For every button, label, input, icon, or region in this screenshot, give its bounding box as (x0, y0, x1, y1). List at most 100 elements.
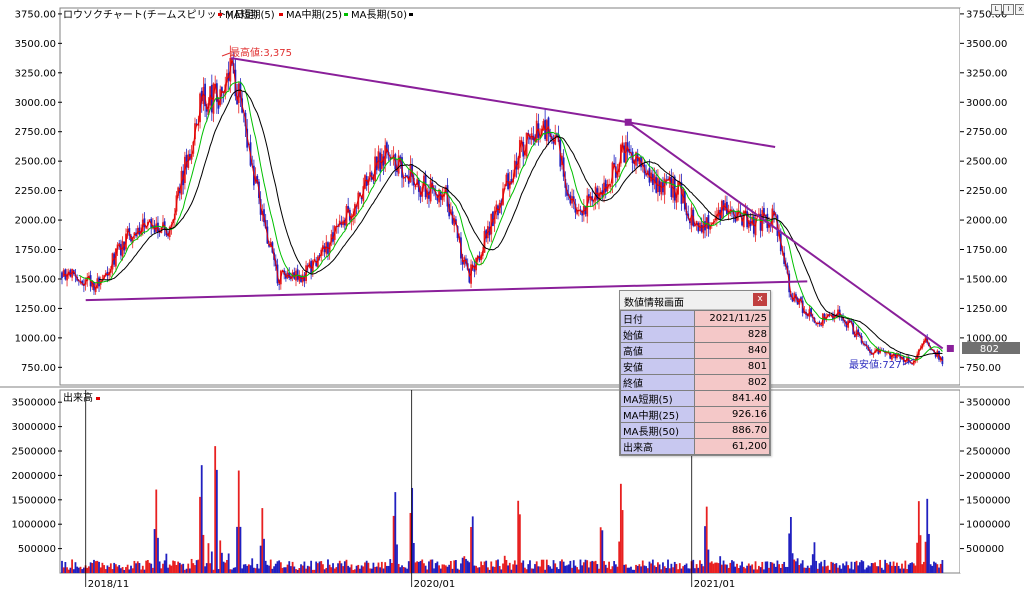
price-tick-label-left: 1500.00 (15, 274, 56, 285)
volume-bar (350, 564, 353, 573)
values-row-value: 886.70 (694, 422, 770, 439)
price-tick-label-left: 3250.00 (15, 68, 56, 79)
volume-bar (71, 559, 74, 573)
volume-bar (406, 568, 408, 573)
volume-bar (761, 561, 764, 573)
volume-bar (837, 567, 839, 573)
volume-bar (109, 563, 112, 573)
volume-bar (857, 565, 860, 573)
volume-bar (678, 563, 681, 573)
volume-tick-label-right: 2500000 (966, 447, 1011, 458)
volume-bar (192, 563, 195, 573)
volume-bar (885, 563, 888, 573)
volume-bar (333, 568, 336, 573)
values-popup[interactable]: 数値情報画面 x 日付 2021/11/25 始値 828 高値 840 安値 801 終値 80… (619, 290, 771, 456)
volume-bar (525, 569, 528, 573)
volume-bar (832, 562, 834, 573)
values-popup-close-button[interactable]: x (753, 293, 767, 306)
legend-end-swatch (409, 13, 413, 16)
volume-bar (540, 559, 543, 573)
volume-bar (160, 568, 163, 573)
values-row-value: 801 (694, 358, 770, 375)
volume-bar (562, 561, 565, 573)
volume-bar (850, 561, 853, 573)
volume-bar (247, 564, 250, 573)
volume-bar (385, 565, 388, 573)
volume-bar (636, 565, 639, 573)
volume-bar (800, 563, 802, 573)
volume-bar (379, 567, 382, 573)
volume-bar (537, 566, 540, 573)
volume-bar (493, 566, 496, 573)
volume-bar (421, 559, 424, 573)
volume-bar (210, 551, 213, 573)
volume-bar (520, 562, 523, 573)
volume-bar (934, 562, 937, 573)
volume-bar (118, 565, 121, 573)
volume-bar (157, 537, 159, 573)
candle-body (820, 325, 823, 327)
volume-bar (821, 566, 824, 573)
volume-bar (508, 562, 511, 573)
volume-bar (727, 567, 730, 573)
volume-bar (567, 564, 570, 573)
values-popup-titlebar[interactable]: 数値情報画面 x (620, 291, 770, 310)
window-button-i[interactable]: I (1003, 4, 1014, 15)
volume-bar (616, 566, 619, 573)
volume-bar (486, 567, 489, 573)
window-button-close[interactable]: x (1015, 4, 1024, 15)
volume-bar (328, 564, 331, 573)
volume-bar (291, 561, 294, 573)
volume-bar (246, 565, 249, 573)
volume-bar (241, 568, 244, 573)
volume-bar (606, 567, 609, 573)
volume-bar (316, 563, 319, 573)
volume-bar (458, 569, 461, 573)
volume-bar (919, 535, 922, 573)
volume-bar (239, 526, 242, 573)
volume-bar (662, 562, 664, 573)
volume-bar (766, 561, 769, 573)
volume-bar (357, 564, 360, 573)
volume-bar (651, 559, 654, 573)
trendline-handle[interactable] (946, 344, 954, 352)
trendline-handle[interactable] (624, 118, 632, 126)
volume-bar (449, 560, 452, 573)
volume-bar (423, 563, 425, 573)
volume-bar (266, 564, 269, 573)
volume-bar (751, 564, 754, 573)
price-tick-label-left: 1250.00 (15, 304, 56, 315)
volume-bar (242, 564, 245, 573)
volume-bar (125, 567, 127, 573)
volume-bar (375, 566, 378, 573)
volume-bar (596, 564, 599, 573)
volume-bar (162, 563, 164, 573)
volume-bar (720, 564, 723, 573)
volume-bar (103, 565, 105, 573)
volume-bar (180, 564, 183, 573)
volume-bar (791, 553, 794, 573)
volume-bar (315, 561, 318, 573)
volume-bar (224, 562, 227, 573)
candle-body (604, 180, 607, 193)
volume-bar (736, 563, 738, 573)
volume-bar (234, 567, 237, 573)
volume-bar (803, 567, 806, 573)
volume-bar (187, 563, 190, 573)
volume-bar (758, 565, 760, 573)
volume-bar (929, 564, 932, 573)
volume-bar (921, 564, 924, 573)
window-button-l[interactable]: L (991, 4, 1002, 15)
volume-bar (788, 533, 791, 573)
volume-bar (687, 568, 690, 573)
volume-bar (263, 538, 265, 573)
volume-bar (391, 562, 393, 573)
x-tick-label: 2018/11 (88, 579, 130, 590)
volume-bar (364, 562, 366, 573)
volume-bar (556, 567, 558, 573)
volume-bar (465, 558, 467, 573)
values-row-value: 840 (694, 342, 770, 359)
volume-bar (367, 562, 370, 573)
stock-chart[interactable]: 750.00 750.001000.00 1000.001250.00 1250.00… (0, 0, 1024, 592)
volume-bar (424, 565, 427, 573)
